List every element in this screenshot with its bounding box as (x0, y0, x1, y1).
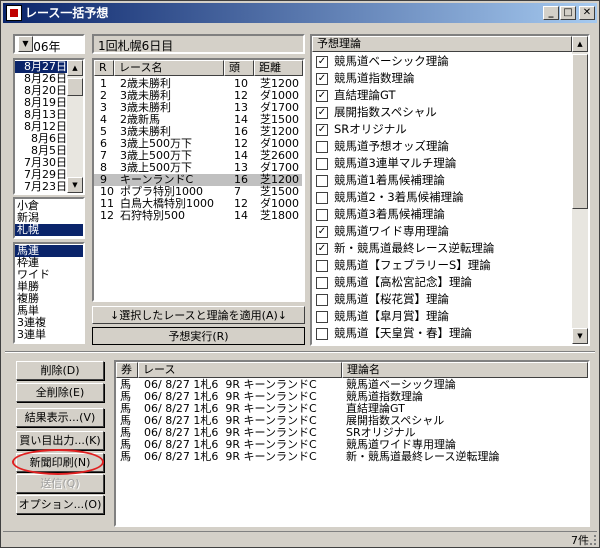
race-row[interactable]: 12 石狩特別500 14 芝1800 (94, 210, 302, 222)
theory-label: 競馬道2・3着馬候補理論 (334, 190, 464, 204)
race-list[interactable]: R レース名 頭 距離 1 2歳未勝利 10 芝1200 2 3歳未勝利 12 ダ1000 3 3… (92, 58, 305, 302)
race-heads: 14 (234, 209, 248, 222)
result-ticket: 馬 (120, 450, 131, 463)
theory-checkbox[interactable]: ✓ (316, 56, 328, 68)
window-title: レース一括予想 (25, 6, 109, 20)
theory-checkbox[interactable] (316, 141, 328, 153)
bet-type-list[interactable]: 馬連 枠連 ワイド 単勝 複勝 馬単 3連複 3連単 (13, 242, 85, 344)
theory-checkbox[interactable]: ✓ (316, 73, 328, 85)
minimize-button[interactable]: _ (543, 6, 559, 20)
scroll-down-icon[interactable]: ▼ (67, 177, 83, 193)
theory-label: 競馬道【皐月賞】理論 (334, 309, 449, 323)
theory-checkbox[interactable]: ✓ (316, 107, 328, 119)
theory-checkbox[interactable] (316, 158, 328, 170)
theory-label: 直結理論GT (334, 88, 396, 102)
theory-checkbox[interactable] (316, 175, 328, 187)
theory-checkbox[interactable] (316, 209, 328, 221)
theory-label: 競馬道3連単マルチ理論 (334, 156, 457, 170)
app-icon (6, 5, 22, 21)
race-col-num[interactable]: R (94, 60, 114, 76)
scroll-up-icon[interactable]: ▲ (572, 36, 588, 52)
theory-checkbox[interactable]: ✓ (316, 226, 328, 238)
execute-prediction-button[interactable]: 予想実行(R) (92, 327, 305, 345)
chevron-down-icon[interactable]: ▼ (18, 36, 33, 52)
race-col-distance[interactable]: 距離 (254, 60, 303, 76)
year-select[interactable]: 2006年 ▼ (13, 34, 85, 54)
race-col-heads[interactable]: 頭 (224, 60, 254, 76)
status-bar: 7件 (3, 531, 597, 547)
date-list-scrollbar[interactable]: ▲ ▼ (67, 60, 83, 193)
scroll-thumb[interactable] (67, 78, 83, 96)
date-list[interactable]: 8月27日 8月26日 8月20日 8月19日 8月13日 8月12日 8月6日 8月5日 7月… (13, 58, 85, 195)
theory-header[interactable]: 予想理論 (312, 36, 572, 52)
scroll-up-icon[interactable]: ▲ (67, 60, 83, 76)
race-distance: 芝1800 (260, 209, 299, 222)
resize-grip-icon[interactable] (586, 535, 596, 545)
theory-checkbox[interactable] (316, 294, 328, 306)
main-window: レース一括予想 _ □ ✕ 2006年 ▼ 8月27日 8月26日 8月20日 8月1… (0, 0, 600, 548)
maximize-button[interactable]: □ (560, 6, 576, 20)
send-button[interactable]: 送信(Q) (16, 474, 104, 493)
result-col-race[interactable]: レース (138, 362, 342, 378)
result-row[interactable]: 馬 06/ 8/27 1札6 9R キーンランドC 新・競馬道最終レース逆転理論 (116, 451, 588, 463)
theory-label: 競馬道1着馬候補理論 (334, 173, 445, 187)
theory-label: 競馬道【フェブラリーS】理論 (334, 258, 491, 272)
theory-label: 競馬道予想オッズ理論 (334, 139, 449, 153)
theory-list[interactable]: 予想理論 ✓ 競馬道ベーシック理論 ✓ 競馬道指数理論 ✓ 直結理論GT ✓ 展開指数スペシャ… (310, 34, 590, 346)
theory-label: 展開指数スペシャル (334, 105, 437, 119)
theory-checkbox[interactable] (316, 328, 328, 340)
race-num: 12 (100, 209, 114, 222)
theory-label: 競馬道【高松宮記念】理論 (334, 275, 472, 289)
theory-label: SRオリジナル (334, 122, 407, 136)
venue-list[interactable]: 小倉 新潟 札幌 (13, 197, 85, 239)
options-button[interactable]: オプション...(O) (16, 495, 104, 514)
theory-label: 競馬道3着馬候補理論 (334, 207, 445, 221)
show-results-button[interactable]: 結果表示...(V) (16, 408, 104, 427)
divider (5, 351, 595, 353)
theory-label: 競馬道【天皇賞・春】理論 (334, 326, 472, 340)
theory-checkbox[interactable]: ✓ (316, 90, 328, 102)
race-col-name[interactable]: レース名 (114, 60, 224, 76)
apply-selection-button[interactable]: ↓選択したレースと理論を適用(A)↓ (92, 306, 305, 324)
bet-type-list-item[interactable]: 3連単 (15, 329, 83, 341)
result-race: 06/ 8/27 1札6 9R キーンランドC (144, 450, 317, 463)
scroll-down-icon[interactable]: ▼ (572, 328, 588, 344)
results-list[interactable]: 券 レース 理論名 馬 06/ 8/27 1札6 9R キーンランドC 競馬道ベーシ… (114, 360, 590, 527)
race-name: 石狩特別500 (120, 209, 185, 222)
theory-label: 競馬道ベーシック理論 (334, 54, 449, 68)
buy-output-button[interactable]: 買い目出力...(K) (16, 431, 104, 450)
scroll-thumb[interactable] (572, 54, 588, 209)
theory-label: 新・競馬道最終レース逆転理論 (334, 241, 495, 255)
newspaper-print-button[interactable]: 新聞印刷(N) (16, 453, 104, 472)
theory-checkbox[interactable] (316, 277, 328, 289)
theory-list-scrollbar[interactable]: ▲ ▼ (572, 36, 588, 344)
theory-checkbox[interactable] (316, 260, 328, 272)
title-bar[interactable]: レース一括予想 _ □ ✕ (3, 3, 597, 23)
theory-label: 競馬道指数理論 (334, 71, 415, 85)
result-col-ticket[interactable]: 券 (116, 362, 138, 378)
date-list-item[interactable]: 7月23日 (15, 181, 69, 193)
theory-label: 競馬道【桜花賞】理論 (334, 292, 449, 306)
theory-checkbox[interactable]: ✓ (316, 124, 328, 136)
venue-list-item[interactable]: 札幌 (15, 224, 83, 236)
theory-checkbox[interactable] (316, 311, 328, 323)
meeting-label: 1回札幌6日目 (98, 39, 174, 53)
delete-button[interactable]: 削除(D) (16, 361, 104, 380)
theory-checkbox[interactable]: ✓ (316, 243, 328, 255)
result-col-theory[interactable]: 理論名 (342, 362, 588, 378)
theory-label: 競馬道ワイド専用理論 (334, 224, 449, 238)
theory-checkbox[interactable] (316, 192, 328, 204)
result-theory: 新・競馬道最終レース逆転理論 (346, 450, 500, 463)
meeting-label-box: 1回札幌6日目 (92, 34, 305, 54)
close-button[interactable]: ✕ (579, 6, 595, 20)
delete-all-button[interactable]: 全削除(E) (16, 383, 104, 402)
